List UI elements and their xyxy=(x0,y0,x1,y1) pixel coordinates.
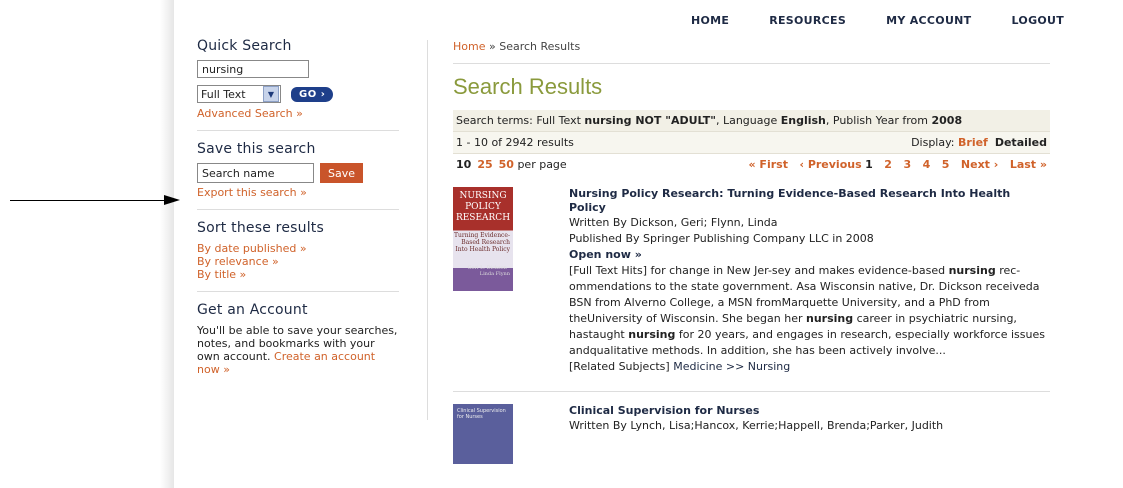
per-page-25[interactable]: 25 xyxy=(477,158,492,171)
nav-resources[interactable]: RESOURCES xyxy=(769,14,846,27)
result-publisher: Published By Springer Publishing Company… xyxy=(569,232,874,245)
breadcrumb-home[interactable]: Home xyxy=(453,40,485,53)
result-title-link[interactable]: Nursing Policy Research: Turning Evidenc… xyxy=(569,187,1049,215)
pagination-bar: 10 25 50 per page « First ‹ Previous 1 2 3… xyxy=(453,154,1050,175)
sidebar: Quick Search nursing Full Text ▼ GO › Ad… xyxy=(197,38,399,376)
next-page-link[interactable]: Next › xyxy=(961,158,998,171)
result-item: Clinical Supervision for Nurses Clinical… xyxy=(453,404,1050,464)
page-shadow xyxy=(160,0,174,488)
top-nav: HOME RESOURCES MY ACCOUNT LOGOUT xyxy=(691,14,1064,27)
last-page-link[interactable]: Last » xyxy=(1010,158,1047,171)
page-3-link[interactable]: 3 xyxy=(903,158,911,171)
results-count-bar: 1 - 10 of 2942 results Display: Brief De… xyxy=(453,132,1050,154)
cover-authors: Geri L. Dickson · Linda Flynn xyxy=(467,265,510,277)
related-subjects: [Related Subjects] Medicine >> Nursing xyxy=(569,360,791,373)
save-search-heading: Save this search xyxy=(197,141,316,157)
previous-page-link[interactable]: ‹ Previous xyxy=(799,158,861,171)
advanced-search-link[interactable]: Advanced Search » xyxy=(197,107,303,120)
result-body: Nursing Policy Research: Turning Evidenc… xyxy=(569,187,1049,375)
result-body: Clinical Supervision for Nurses Written … xyxy=(569,404,1049,464)
page-2-link[interactable]: 2 xyxy=(884,158,892,171)
sort-by-relevance-link[interactable]: By relevance » xyxy=(197,255,279,268)
search-terms-bar: Search terms: Full Text nursing NOT "ADU… xyxy=(453,110,1050,132)
nav-my-account[interactable]: MY ACCOUNT xyxy=(886,14,971,27)
sort-by-date-link[interactable]: By date published » xyxy=(197,242,307,255)
first-page-link[interactable]: « First xyxy=(749,158,788,171)
go-button[interactable]: GO › xyxy=(291,86,334,102)
column-divider xyxy=(427,40,428,420)
sort-section: Sort these results By date published » B… xyxy=(197,220,399,292)
quick-search-input[interactable]: nursing xyxy=(197,60,309,78)
full-text-hits: [Full Text Hits] for change in New Jer-s… xyxy=(569,264,1045,357)
search-type-select[interactable]: Full Text ▼ xyxy=(197,85,281,103)
save-search-section: Save this search Search name Save Export… xyxy=(197,141,399,210)
account-heading: Get an Account xyxy=(197,302,308,318)
per-page-current: 10 xyxy=(456,158,472,171)
display-options: Display: Brief Detailed xyxy=(911,136,1047,149)
cover-title: NURSING POLICY RESEARCH xyxy=(455,191,511,223)
result-title-link[interactable]: Clinical Supervision for Nurses xyxy=(569,404,1049,418)
result-author: Written By Lynch, Lisa;Hancox, Kerrie;Ha… xyxy=(569,419,944,432)
main-content: Home » Search Results Search Results Sea… xyxy=(453,40,1050,464)
chevron-down-icon: ▼ xyxy=(263,86,279,102)
cover-subtitle: Turning Evidence-Based Research Into Hea… xyxy=(453,232,510,253)
result-count: 1 - 10 of 2942 results xyxy=(456,136,574,149)
page-nav: « First ‹ Previous 1 2 3 4 5 Next › Last… xyxy=(741,158,1048,171)
terms-query: nursing NOT "ADULT" xyxy=(584,114,716,127)
annotation-arrow xyxy=(10,193,180,209)
book-cover[interactable]: NURSING POLICY RESEARCH Turning Evidence-B… xyxy=(453,187,513,291)
account-section: Get an Account You'll be able to save yo… xyxy=(197,302,399,376)
result-item: NURSING POLICY RESEARCH Turning Evidence-B… xyxy=(453,187,1050,375)
terms-year: 2008 xyxy=(931,114,963,127)
related-subject-link[interactable]: Medicine >> Nursing xyxy=(673,360,790,373)
quick-search-section: Quick Search nursing Full Text ▼ GO › Ad… xyxy=(197,38,399,131)
sort-by-title-link[interactable]: By title » xyxy=(197,268,246,281)
save-button[interactable]: Save xyxy=(320,163,364,183)
cover-title: Clinical Supervision for Nurses xyxy=(457,408,506,420)
current-page: 1 xyxy=(865,158,873,171)
result-author: Written By Dickson, Geri; Flynn, Linda xyxy=(569,216,778,229)
display-brief-link[interactable]: Brief xyxy=(958,136,988,149)
open-now-link[interactable]: Open now » xyxy=(569,247,1049,263)
nav-logout[interactable]: LOGOUT xyxy=(1012,14,1065,27)
display-detailed[interactable]: Detailed xyxy=(995,136,1047,149)
page-5-link[interactable]: 5 xyxy=(942,158,950,171)
quick-search-heading: Quick Search xyxy=(197,38,292,54)
sort-heading: Sort these results xyxy=(197,220,324,236)
per-page-50[interactable]: 50 xyxy=(499,158,514,171)
page-4-link[interactable]: 4 xyxy=(923,158,931,171)
book-cover[interactable]: Clinical Supervision for Nurses xyxy=(453,404,513,464)
breadcrumb: Home » Search Results xyxy=(453,40,1050,64)
page-title: Search Results xyxy=(453,74,603,99)
nav-home[interactable]: HOME xyxy=(691,14,729,27)
per-page: 10 25 50 per page xyxy=(456,158,567,171)
search-name-input[interactable]: Search name xyxy=(197,163,314,183)
breadcrumb-current: Search Results xyxy=(499,40,581,53)
terms-language: English xyxy=(780,114,826,127)
result-divider xyxy=(453,391,1050,392)
export-search-link[interactable]: Export this search » xyxy=(197,186,307,199)
search-type-value: Full Text xyxy=(201,87,246,101)
